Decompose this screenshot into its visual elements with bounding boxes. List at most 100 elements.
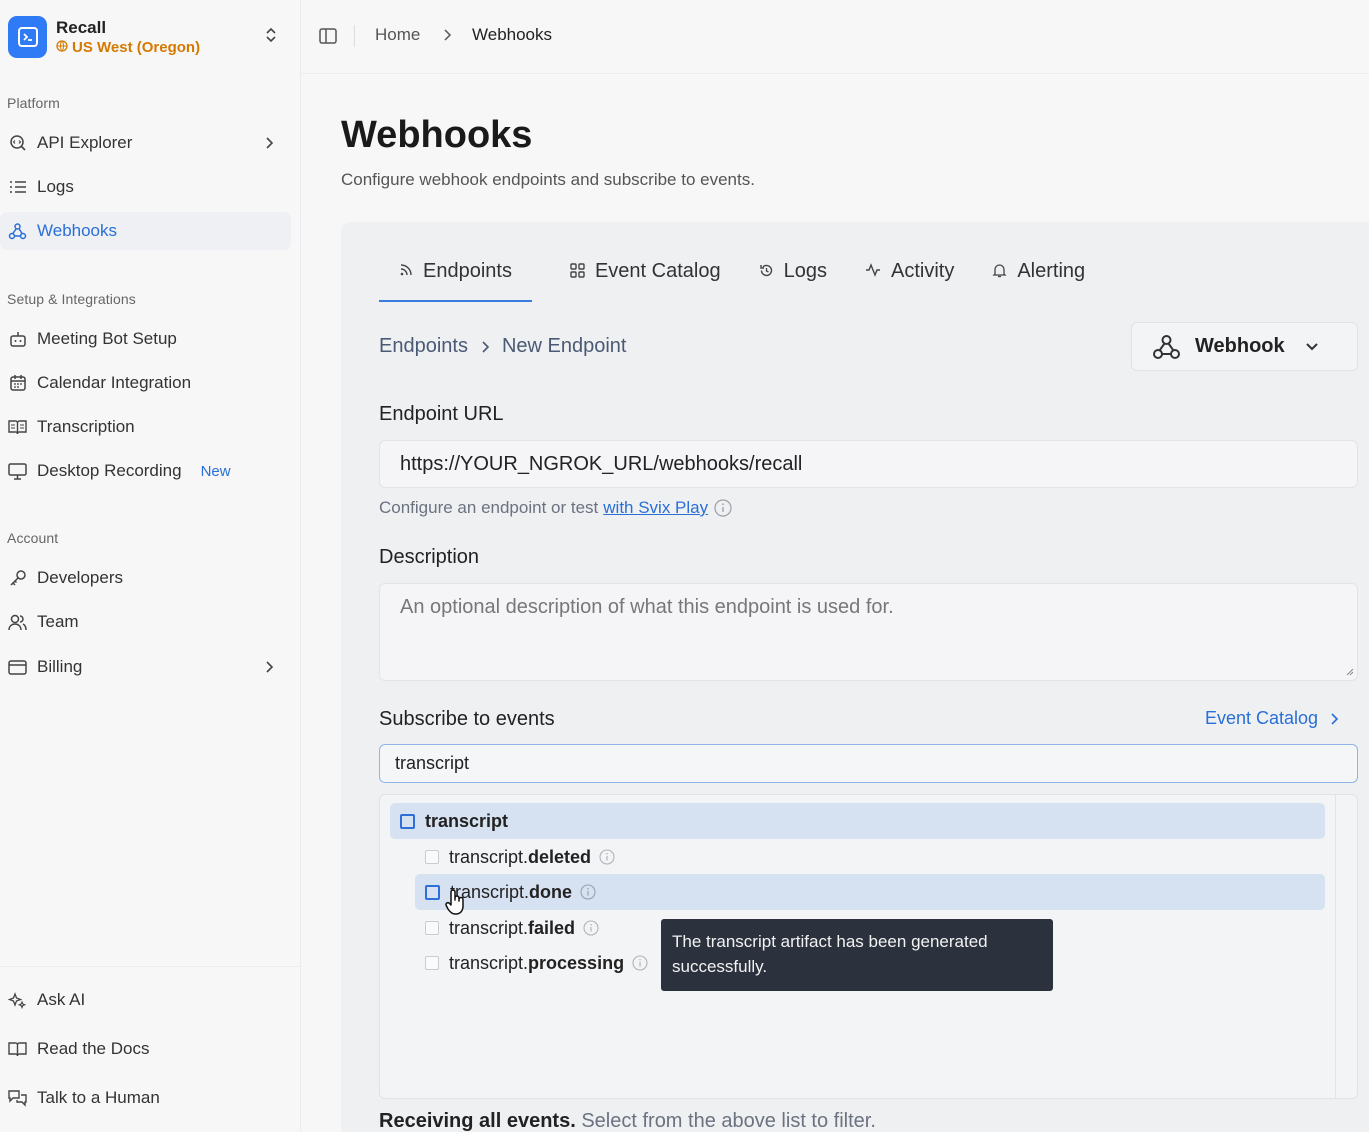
sparkles-icon bbox=[8, 991, 27, 1010]
tab-label: Logs bbox=[783, 260, 827, 282]
list-icon bbox=[8, 178, 27, 197]
sidebar: Recall US West (Oregon) Platform API Exp… bbox=[0, 0, 301, 1132]
sidebar-item-developers[interactable]: Developers bbox=[0, 559, 291, 597]
chevron-right-icon bbox=[442, 27, 452, 47]
section-setup: Setup & Integrations bbox=[7, 291, 136, 307]
endpoint-url-input[interactable]: https://YOUR_NGROK_URL/webhooks/recall bbox=[379, 440, 1358, 488]
chevron-up-down-icon[interactable] bbox=[264, 26, 278, 49]
chevron-right-icon bbox=[1329, 712, 1339, 726]
webhook-type-select[interactable]: Webhook bbox=[1131, 322, 1358, 371]
tab-event-catalog[interactable]: Event Catalog bbox=[570, 252, 721, 302]
event-item-hovered[interactable]: transcript. done bbox=[415, 874, 1325, 910]
event-item[interactable]: transcript. failed bbox=[425, 916, 599, 940]
new-badge: New bbox=[200, 462, 231, 480]
sidebar-item-docs[interactable]: Read the Docs bbox=[0, 1030, 291, 1068]
endpoint-url-label: Endpoint URL bbox=[379, 403, 504, 425]
event-item[interactable]: transcript. processing bbox=[425, 951, 648, 975]
chevron-right-icon bbox=[264, 659, 274, 679]
page-title: Webhooks bbox=[341, 114, 533, 156]
event-suffix: done bbox=[529, 881, 573, 902]
page-subtitle: Configure webhook endpoints and subscrib… bbox=[341, 170, 755, 189]
chat-icon bbox=[8, 1089, 27, 1108]
description-label: Description bbox=[379, 546, 480, 568]
tab-label: Endpoints bbox=[423, 260, 512, 282]
search-code-icon bbox=[8, 134, 27, 153]
sidebar-toggle-icon[interactable] bbox=[318, 26, 338, 51]
key-icon bbox=[8, 569, 27, 588]
footer-muted: Select from the above list to filter. bbox=[581, 1110, 876, 1132]
top-bar: Home Webhooks bbox=[301, 0, 1369, 74]
info-icon[interactable] bbox=[632, 955, 648, 971]
sidebar-item-api-explorer[interactable]: API Explorer bbox=[0, 124, 291, 162]
sidebar-item-label: Logs bbox=[37, 177, 74, 196]
event-catalog-link[interactable]: Event Catalog bbox=[1205, 708, 1339, 729]
checkbox[interactable] bbox=[425, 921, 439, 935]
sidebar-item-label: Ask AI bbox=[37, 990, 86, 1009]
checkbox[interactable] bbox=[425, 884, 440, 900]
sidebar-item-label: Team bbox=[37, 612, 79, 631]
tab-activity[interactable]: Activity bbox=[865, 252, 954, 302]
sidebar-item-billing[interactable]: Billing bbox=[0, 648, 291, 686]
svix-play-link[interactable]: with Svix Play bbox=[603, 498, 708, 518]
info-icon[interactable] bbox=[583, 920, 599, 936]
event-group-transcript[interactable]: transcript bbox=[390, 803, 1325, 839]
scrollbar[interactable] bbox=[1335, 795, 1357, 1098]
sidebar-item-label: Developers bbox=[37, 568, 123, 587]
event-search-input[interactable]: transcript bbox=[379, 744, 1358, 783]
checkbox[interactable] bbox=[425, 850, 439, 864]
info-icon[interactable] bbox=[714, 499, 732, 517]
event-suffix: processing bbox=[528, 952, 625, 973]
sidebar-item-transcription[interactable]: Transcription bbox=[0, 408, 291, 446]
org-name: Recall bbox=[56, 17, 107, 37]
org-switcher[interactable]: Recall US West (Oregon) bbox=[8, 14, 293, 60]
sidebar-item-logs[interactable]: Logs bbox=[0, 168, 291, 206]
tab-label: Activity bbox=[890, 260, 955, 282]
endpoint-hint: Configure an endpoint or test with Svix … bbox=[379, 498, 732, 518]
calendar-icon bbox=[8, 374, 27, 393]
rss-icon bbox=[399, 263, 413, 277]
sidebar-item-label: Read the Docs bbox=[37, 1039, 150, 1058]
endpoint-crumb-current: New Endpoint bbox=[501, 335, 627, 357]
sidebar-item-desktop-recording[interactable]: Desktop Recording New bbox=[0, 452, 291, 490]
org-region: US West (Oregon) bbox=[56, 38, 200, 58]
info-icon[interactable] bbox=[599, 849, 615, 865]
sidebar-item-label: Webhooks bbox=[37, 221, 118, 240]
sidebar-item-talk-to-human[interactable]: Talk to a Human bbox=[0, 1079, 291, 1117]
chevron-down-icon bbox=[1305, 342, 1319, 352]
bot-icon bbox=[8, 330, 27, 349]
endpoint-crumb-parent[interactable]: Endpoints bbox=[379, 335, 468, 358]
event-prefix: transcript. bbox=[449, 846, 529, 867]
section-account: Account bbox=[7, 530, 59, 546]
users-icon bbox=[8, 613, 27, 632]
chevron-right-icon bbox=[480, 340, 490, 354]
sidebar-item-webhooks[interactable]: Webhooks bbox=[0, 212, 291, 250]
app-logo-icon bbox=[8, 16, 47, 58]
sidebar-item-label: Transcription bbox=[37, 417, 135, 436]
checkbox[interactable] bbox=[425, 956, 439, 970]
description-textarea[interactable]: An optional description of what this end… bbox=[379, 583, 1358, 681]
sidebar-item-ask-ai[interactable]: Ask AI bbox=[0, 981, 291, 1019]
info-icon[interactable] bbox=[580, 884, 596, 900]
divider bbox=[354, 25, 355, 47]
event-group-label: transcript bbox=[425, 810, 509, 831]
resize-handle-icon[interactable] bbox=[1344, 666, 1354, 676]
webhook-icon bbox=[8, 222, 27, 241]
sidebar-item-calendar[interactable]: Calendar Integration bbox=[0, 364, 291, 402]
book-icon bbox=[8, 1040, 27, 1059]
book-open-icon bbox=[8, 418, 27, 437]
sidebar-divider bbox=[0, 966, 301, 967]
event-item[interactable]: transcript. deleted bbox=[425, 845, 615, 869]
breadcrumb-home[interactable]: Home bbox=[375, 25, 420, 45]
sidebar-item-team[interactable]: Team bbox=[0, 603, 291, 641]
checkbox[interactable] bbox=[400, 813, 415, 829]
tab-alerting[interactable]: Alerting bbox=[992, 252, 1085, 302]
sidebar-item-label: API Explorer bbox=[37, 133, 133, 152]
tab-logs[interactable]: Logs bbox=[759, 252, 827, 302]
sidebar-item-label: Talk to a Human bbox=[37, 1088, 160, 1107]
tab-bar: Endpoints Event Catalog Logs Activity Al… bbox=[379, 252, 1123, 302]
event-catalog-link-label: Event Catalog bbox=[1205, 708, 1319, 728]
event-suffix: failed bbox=[528, 917, 576, 938]
endpoint-breadcrumb: Endpoints New Endpoint bbox=[379, 335, 627, 358]
sidebar-item-meeting-bot[interactable]: Meeting Bot Setup bbox=[0, 320, 291, 358]
tab-endpoints[interactable]: Endpoints bbox=[379, 252, 532, 302]
